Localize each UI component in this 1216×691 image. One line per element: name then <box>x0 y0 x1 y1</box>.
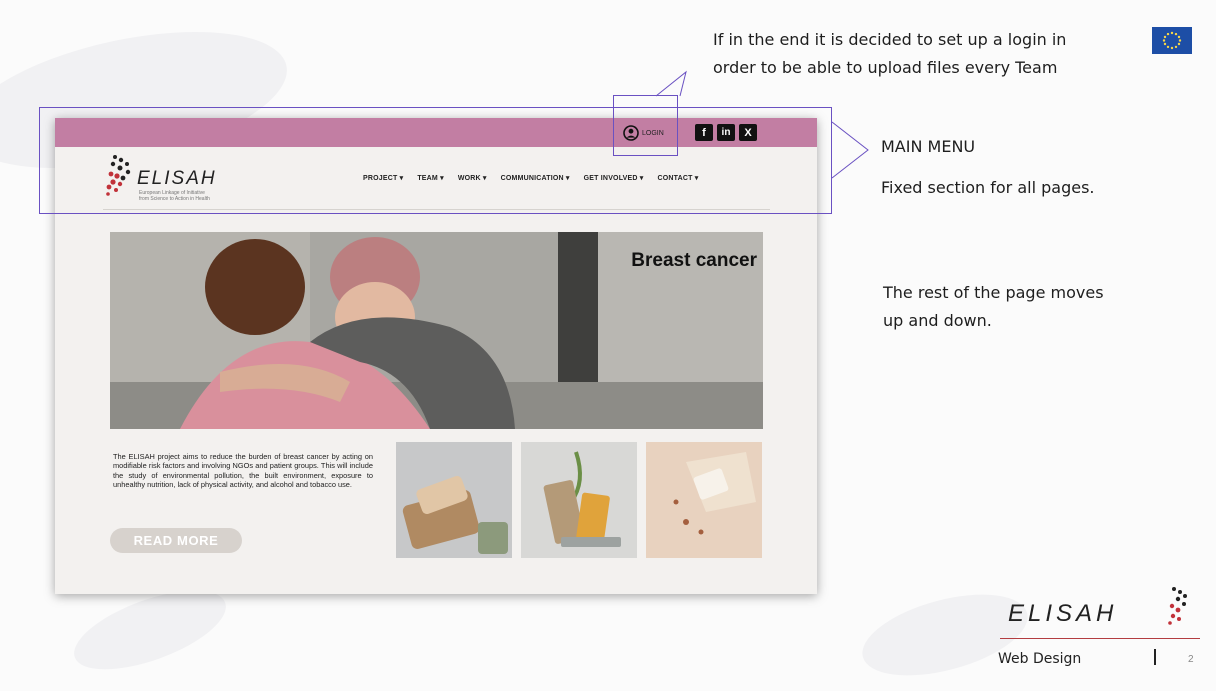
read-more-button[interactable]: READ MORE <box>110 528 242 553</box>
login-highlight <box>613 95 678 156</box>
hero-title: Breast cancer <box>631 250 757 271</box>
footer-logo: ELISAH <box>1008 586 1198 631</box>
footer-separator <box>1154 649 1156 665</box>
footer-label: Web Design <box>998 651 1082 667</box>
thumbnail-soap-bars[interactable] <box>521 442 637 558</box>
page-number: 2 <box>1188 654 1194 665</box>
footer-logo-mark-icon <box>1168 587 1187 625</box>
main-menu-highlight <box>39 107 832 214</box>
intro-text: The ELISAH project aims to reduce the bu… <box>113 452 373 490</box>
thumbnail-soap-loofah[interactable] <box>396 442 512 558</box>
footer-divider <box>1000 638 1200 639</box>
footer-logo-text: ELISAH <box>1008 600 1118 627</box>
hero-banner: Breast cancer <box>110 232 763 429</box>
thumbnail-handmade-soap[interactable] <box>646 442 762 558</box>
